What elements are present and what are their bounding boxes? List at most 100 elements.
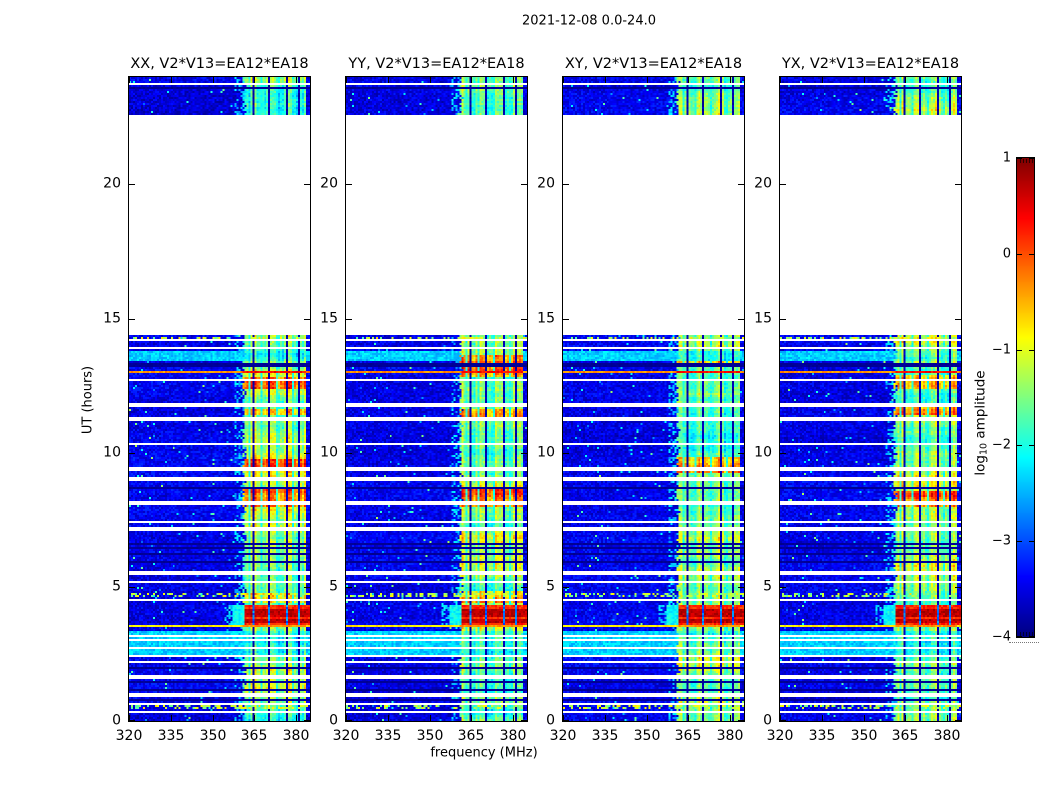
y-tick-mark — [346, 453, 352, 454]
x-tick-mark — [129, 715, 130, 721]
y-tick-mark — [521, 587, 527, 588]
x-tick-mark — [213, 77, 214, 83]
y-tick-mark — [955, 720, 961, 721]
y-tick-mark — [780, 319, 786, 320]
y-tick-label: 10 — [320, 444, 338, 461]
y-tick-mark — [346, 587, 352, 588]
y-tick-label: 20 — [320, 175, 338, 192]
y-tick-label: 15 — [754, 310, 772, 327]
y-tick-mark — [129, 319, 135, 320]
y-tick-label: 0 — [329, 712, 338, 729]
y-tick-mark — [738, 453, 744, 454]
spectrogram-canvas-yx — [780, 77, 961, 721]
x-tick-label: 335 — [808, 728, 836, 744]
spectrogram-panel-yx: YX, V2*V13=EA12*EA18 0 5 10 15 20 320 335 350 365… — [754, 56, 962, 744]
colorbar-end-hatch — [1023, 632, 1024, 636]
x-tick-label: 365 — [674, 728, 702, 744]
y-tick-mark — [521, 453, 527, 454]
y-tick-mark — [738, 184, 744, 185]
y-tick-mark — [563, 184, 569, 185]
colorbar-tick-mark — [1017, 445, 1022, 446]
x-tick-label: 380 — [499, 728, 527, 744]
x-tick-mark — [780, 77, 781, 83]
spectrogram-canvas-yy — [346, 77, 527, 721]
x-tick-mark — [647, 715, 648, 721]
x-tick-label: 335 — [591, 728, 619, 744]
y-tick-mark — [304, 184, 310, 185]
x-tick-mark — [605, 77, 606, 83]
x-tick-mark — [947, 77, 948, 83]
y-tick-label: 10 — [103, 444, 121, 461]
y-tick-mark — [304, 720, 310, 721]
y-axis-label: UT (hours) — [80, 365, 96, 435]
colorbar-tick-label: 1 — [1002, 150, 1011, 166]
figure: 2021-12-08 0.0-24.0 UT (hours) frequency… — [0, 0, 1050, 800]
x-tick-label: 380 — [933, 728, 961, 744]
x-axis-label: frequency (MHz) — [430, 745, 538, 761]
y-tick-label: 15 — [320, 310, 338, 327]
y-tick-mark — [563, 587, 569, 588]
y-tick-label: 5 — [329, 578, 338, 595]
y-tick-label: 5 — [763, 578, 772, 595]
y-tick-mark — [563, 319, 569, 320]
x-tick-mark — [688, 77, 689, 83]
x-tick-label: 335 — [374, 728, 402, 744]
x-tick-mark — [346, 77, 347, 83]
colorbar-end-hatch — [1026, 159, 1027, 163]
y-tick-mark — [521, 720, 527, 721]
colorbar-tick-mark — [1029, 254, 1034, 255]
x-tick-mark — [254, 77, 255, 83]
x-tick-label: 365 — [891, 728, 919, 744]
y-tick-label: 0 — [546, 712, 555, 729]
x-tick-mark — [254, 715, 255, 721]
x-tick-label: 320 — [766, 728, 794, 744]
x-tick-mark — [388, 77, 389, 83]
colorbar-label: log10 amplitude — [973, 370, 990, 475]
y-tick-label: 15 — [103, 310, 121, 327]
y-tick-label: 5 — [546, 578, 555, 595]
y-tick-label: 15 — [537, 310, 555, 327]
y-tick-mark — [780, 453, 786, 454]
colorbar-gradient — [1017, 158, 1034, 637]
colorbar-tick-mark — [1017, 350, 1022, 351]
colorbar-end-hatch — [1020, 159, 1021, 163]
colorbar-tick-mark — [1029, 350, 1034, 351]
y-tick-mark — [955, 184, 961, 185]
colorbar-tick-label: −2 — [991, 437, 1011, 453]
panel-title-xx: XX, V2*V13=EA12*EA18 — [130, 56, 309, 72]
y-tick-mark — [955, 453, 961, 454]
panel-title-yy: YY, V2*V13=EA12*EA18 — [348, 56, 525, 72]
colorbar-tick-label: 0 — [1002, 246, 1011, 262]
colorbar: 1 0 −1 −2 −3 −4 — [992, 151, 1035, 645]
y-tick-label: 20 — [537, 175, 555, 192]
colorbar-tick-mark — [1017, 254, 1022, 255]
x-tick-mark — [513, 715, 514, 721]
x-tick-mark — [430, 715, 431, 721]
x-tick-mark — [129, 77, 130, 83]
x-tick-mark — [513, 77, 514, 83]
spectrogram-canvas-xy — [563, 77, 744, 721]
x-tick-mark — [171, 715, 172, 721]
x-tick-mark — [864, 715, 865, 721]
spectrogram-canvas-xx — [129, 77, 310, 721]
y-tick-label: 10 — [754, 444, 772, 461]
spectrogram-panel-xy: XY, V2*V13=EA12*EA18 0 5 10 15 20 320 335 350 365… — [537, 56, 745, 744]
x-tick-mark — [780, 715, 781, 721]
y-tick-mark — [304, 587, 310, 588]
y-tick-mark — [955, 587, 961, 588]
y-tick-mark — [129, 587, 135, 588]
x-tick-mark — [171, 77, 172, 83]
y-tick-mark — [738, 720, 744, 721]
y-tick-mark — [129, 184, 135, 185]
x-tick-mark — [430, 77, 431, 83]
y-tick-label: 0 — [763, 712, 772, 729]
y-tick-mark — [738, 587, 744, 588]
y-tick-mark — [738, 319, 744, 320]
x-tick-label: 350 — [850, 728, 878, 744]
x-tick-label: 335 — [157, 728, 185, 744]
y-tick-label: 20 — [754, 175, 772, 192]
x-tick-label: 320 — [549, 728, 577, 744]
x-tick-label: 320 — [332, 728, 360, 744]
x-tick-mark — [388, 715, 389, 721]
x-tick-mark — [471, 715, 472, 721]
